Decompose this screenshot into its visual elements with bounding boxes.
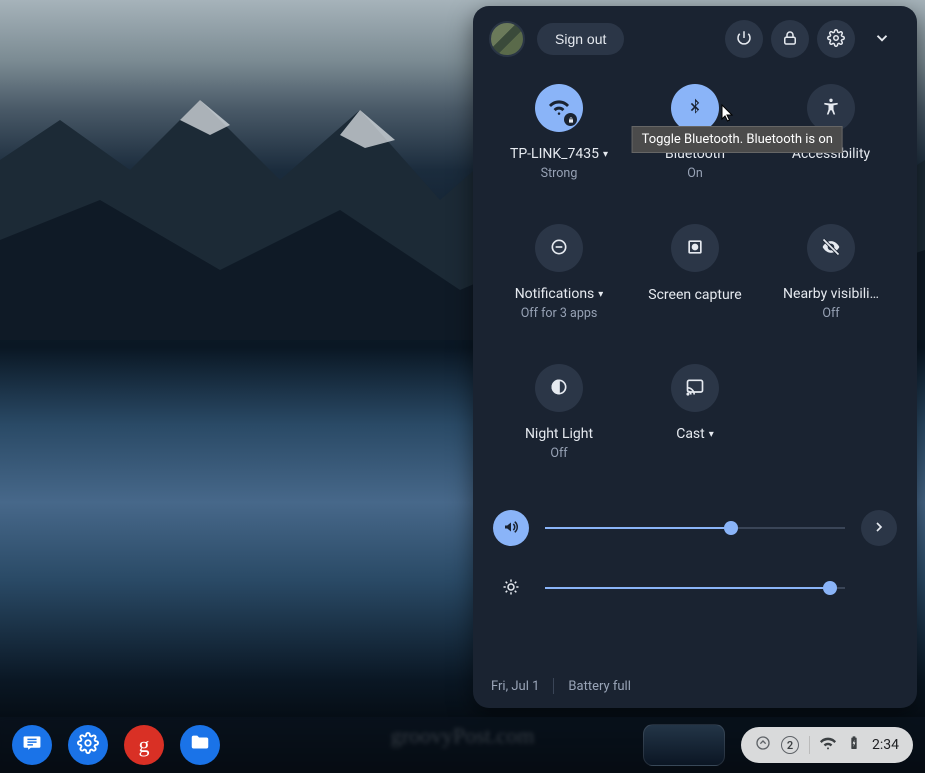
wifi-sub: Strong <box>541 166 578 181</box>
volume-fill <box>545 527 731 529</box>
app-files[interactable] <box>180 725 220 765</box>
volume-button[interactable] <box>493 510 529 546</box>
app-messages[interactable] <box>12 725 52 765</box>
tile-cast: Cast▾ <box>631 364 759 492</box>
tile-wifi: TP-LINK_7435▾ Strong <box>495 84 623 212</box>
tile-nearby-visibility: Nearby visibili… Off <box>767 224 895 352</box>
tile-notifications: Notifications▾ Off for 3 apps <box>495 224 623 352</box>
brightness-slider[interactable] <box>545 587 845 589</box>
folder-icon <box>189 732 211 759</box>
notifications-toggle[interactable] <box>535 224 583 272</box>
collapse-button[interactable] <box>863 20 901 58</box>
screen-capture-label: Screen capture <box>648 286 741 304</box>
brightness-fill <box>545 587 830 589</box>
screen-capture-button[interactable] <box>671 224 719 272</box>
power-button[interactable] <box>725 20 763 58</box>
chevron-down-icon <box>873 29 891 50</box>
night-light-sub: Off <box>550 446 567 461</box>
bluetooth-sub: On <box>687 166 703 181</box>
volume-thumb[interactable] <box>724 521 738 535</box>
volume-slider[interactable] <box>545 527 845 529</box>
do-not-disturb-icon <box>549 237 569 260</box>
power-icon <box>735 29 753 50</box>
status-area[interactable]: 2 2:34 <box>741 727 913 763</box>
caret-icon: ▾ <box>705 429 714 440</box>
brightness-thumb[interactable] <box>823 581 837 595</box>
night-light-toggle[interactable] <box>535 364 583 412</box>
settings-button[interactable] <box>817 20 855 58</box>
brightness-row <box>493 570 897 606</box>
brightness-icon <box>502 578 520 599</box>
shelf-clock: 2:34 <box>872 737 899 753</box>
messages-icon <box>21 732 43 759</box>
nearby-visibility-toggle[interactable] <box>807 224 855 272</box>
chevron-right-icon <box>871 519 887 538</box>
shelf: g 2 2:34 <box>0 717 925 773</box>
nearby-label: Nearby visibili… <box>783 286 879 302</box>
tile-bluetooth: Toggle Bluetooth. Bluetooth is on Blueto… <box>631 84 759 212</box>
nearby-sub: Off <box>822 306 839 321</box>
footer-battery[interactable]: Battery full <box>568 679 630 694</box>
brightness-button[interactable] <box>493 570 529 606</box>
caret-icon: ▾ <box>599 149 608 160</box>
notifications-sub: Off for 3 apps <box>521 306 598 321</box>
wifi-status-icon <box>820 735 836 755</box>
gear-icon <box>77 732 99 759</box>
visibility-off-icon <box>821 237 841 260</box>
wifi-label[interactable]: TP-LINK_7435▾ <box>510 146 608 162</box>
battery-status-icon <box>846 735 862 755</box>
avatar[interactable] <box>489 21 525 57</box>
wifi-toggle[interactable] <box>535 84 583 132</box>
bluetooth-tooltip: Toggle Bluetooth. Bluetooth is on <box>632 126 843 153</box>
cast-icon <box>685 377 705 400</box>
gear-icon <box>827 29 845 50</box>
night-light-icon <box>549 377 569 400</box>
screen-capture-icon <box>685 237 705 260</box>
app-settings[interactable] <box>68 725 108 765</box>
mouse-cursor <box>721 104 735 124</box>
caret-icon: ▾ <box>594 289 603 300</box>
tile-night-light: Night Light Off <box>495 364 623 492</box>
quick-settings-panel: Sign out <box>473 6 917 708</box>
night-light-label: Night Light <box>525 426 593 442</box>
overview-thumbnail[interactable] <box>643 724 725 766</box>
quick-tiles-grid: TP-LINK_7435▾ Strong Toggle Bluetooth. B… <box>489 76 901 500</box>
audio-settings-button[interactable] <box>861 510 897 546</box>
app-groovypost[interactable]: g <box>124 725 164 765</box>
sign-out-button[interactable]: Sign out <box>537 23 624 55</box>
volume-icon <box>502 518 520 539</box>
panel-footer: Fri, Jul 1 Battery full <box>491 678 631 694</box>
lock-icon <box>781 29 799 50</box>
footer-date[interactable]: Fri, Jul 1 <box>491 679 539 694</box>
wifi-secure-badge <box>564 113 577 126</box>
notification-count: 2 <box>781 736 799 754</box>
cast-label[interactable]: Cast▾ <box>676 426 714 442</box>
notifications-label[interactable]: Notifications▾ <box>515 286 604 302</box>
status-separator <box>809 736 810 754</box>
bluetooth-icon <box>685 97 705 120</box>
tile-screen-capture: Screen capture <box>631 224 759 352</box>
footer-divider <box>553 678 554 694</box>
accessibility-icon <box>821 97 841 120</box>
panel-header: Sign out <box>489 20 901 58</box>
lock-button[interactable] <box>771 20 809 58</box>
sliders-section <box>489 500 901 606</box>
accessibility-toggle[interactable] <box>807 84 855 132</box>
cast-button[interactable] <box>671 364 719 412</box>
volume-row <box>493 510 897 546</box>
notifications-up-icon <box>755 735 771 755</box>
bluetooth-toggle[interactable] <box>671 84 719 132</box>
